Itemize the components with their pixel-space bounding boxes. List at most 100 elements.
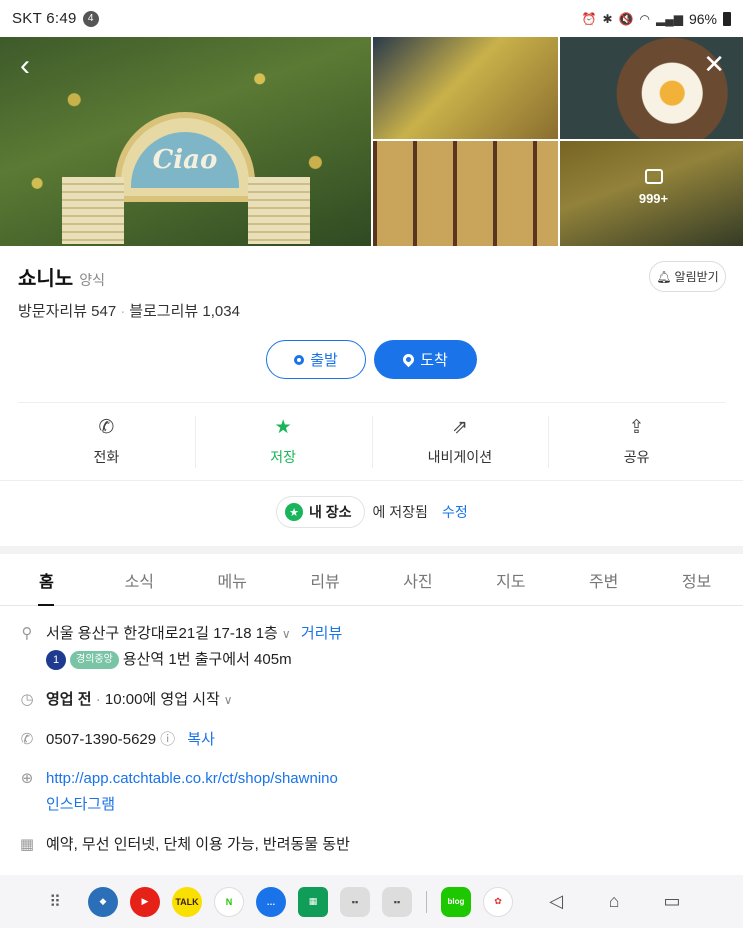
app-sheets-icon[interactable]: ▦ [298,886,328,917]
alarm-button[interactable]: 🔔︎ 알림받기 [649,261,726,292]
apps-grid-icon[interactable]: ⠿ [40,887,70,917]
status-icons: ⏰ ✱ 🔇 ◠ ▂▄▆ 96% [582,11,731,27]
separator-dot: · [120,303,126,320]
tab-info[interactable]: 정보 [650,554,743,605]
tab-menu[interactable]: 메뉴 [186,554,279,605]
photo-gallery: Ciao 999+ ‹ ✕ [0,37,743,246]
separator-dot: · [91,691,105,708]
gallery-photo-drinks[interactable] [373,37,558,139]
phone-row: ✆ 0507-1390-5629 ⓘ 복사 [18,727,725,753]
address-row: ⚲ 서울 용산구 한강대로21길 17-18 1층 ∨ 거리뷰 1 경의중앙 용산역 … [18,621,725,673]
carrier-time: SKT 6:49 [12,10,77,27]
more-photos-count: 999+ [638,191,669,206]
start-label: 출발 [310,352,338,369]
review-counts: 방문자리뷰 547 · 블로그리뷰 1,034 [18,300,240,321]
start-button[interactable]: 출발 [266,340,366,379]
app-naver-blog-icon[interactable]: blog [441,886,471,917]
call-button[interactable]: ✆ 전화 [18,404,195,480]
recents-nav-icon[interactable]: ▭ [657,887,687,917]
address-block: 서울 용산구 한강대로21길 17-18 1층 ∨ 거리뷰 1 경의중앙 용산역 1번… [46,621,342,673]
gallery-photo-main[interactable]: Ciao [0,37,371,246]
divider [18,402,725,403]
app-naver-map-icon[interactable]: N [214,886,244,917]
globe-icon: ⊕ [20,770,34,787]
subway-directions: 용산역 1번 출구에서 405m [122,651,292,668]
ciao-sign-image: Ciao [115,112,255,202]
tab-home[interactable]: 홈 [0,554,93,606]
tab-photos[interactable]: 사진 [372,554,465,605]
home-nav-icon[interactable]: ⌂ [599,887,629,917]
amenities-row: ▦ 예약, 무선 인터넷, 단체 이용 가능, 반려동물 동반 [18,832,725,858]
hours-status: 영업 전 [46,691,92,708]
save-label: 저장 [270,449,296,465]
saved-status: ★ 내 장소 에 저장됨 수정 [276,496,468,528]
instagram-link[interactable]: 인스타그램 [46,792,338,818]
gallery-photo-more[interactable]: 999+ [560,141,743,246]
app-folder-icon[interactable]: ▪▪ [382,886,412,917]
subway-line-number: 1 [46,650,66,671]
battery-percent: 96% [688,10,717,27]
mute-icon: 🔇 [618,11,634,26]
share-label: 공유 [623,449,650,465]
action-bar: ✆ 전화 ★ 저장 ⇗ 내비게이션 ⇪ 공유 [18,404,725,480]
phone-icon: ✆ [20,731,34,748]
bell-icon: 🔔︎ [656,269,672,284]
clock-icon: ◷ [20,691,34,708]
pin-icon [400,351,417,368]
website-row: ⊕ http://app.catchtable.co.kr/ct/shop/sh… [18,766,725,818]
back-icon[interactable]: ‹ [20,51,30,81]
alarm-label: 알림받기 [674,270,719,284]
address-text[interactable]: 서울 용산구 한강대로21길 17-18 1층 [46,625,278,642]
app-recent-icon[interactable]: ✿ [483,886,513,917]
notification-count-badge: 4 [82,10,99,27]
tab-nearby[interactable]: 주변 [557,554,650,605]
copy-link[interactable]: 복사 [187,731,215,748]
location-pin-icon: ⚲ [21,625,33,642]
app-bluesky-icon[interactable]: ◆ [88,886,118,917]
gallery-photo-shelf[interactable] [373,141,558,246]
app-messages-icon[interactable]: … [256,886,286,917]
subway-line-badge: 경의중앙 [70,651,119,670]
saved-folder-chip[interactable]: ★ 내 장소 [276,496,365,528]
start-icon [294,354,305,365]
saved-folder-name: 내 장소 [309,504,352,520]
app-kakaotalk-icon[interactable]: TALK [172,886,202,917]
hours-row[interactable]: ◷ 영업 전 · 10:00에 영업 시작 ∨ [18,687,725,713]
hours-detail: 10:00에 영업 시작 [104,691,220,708]
tab-news[interactable]: 소식 [93,554,186,605]
share-button[interactable]: ⇪ 공유 [548,404,725,480]
tab-reviews[interactable]: 리뷰 [279,554,372,605]
bluetooth-icon: ✱ [602,11,613,26]
saved-text: 에 저장됨 [372,504,428,520]
alarm-icon: ⏰ [581,11,597,26]
app-folder-icon[interactable]: ▪▪ [340,886,370,917]
chevron-down-icon[interactable]: ∨ [282,627,291,641]
call-label: 전화 [93,449,120,465]
navigation-label: 내비게이션 [427,449,493,465]
navigation-button[interactable]: ⇗ 내비게이션 [371,404,549,480]
arrive-button[interactable]: 도착 [374,340,477,379]
close-icon[interactable]: ✕ [703,51,725,77]
gallery-icon [644,169,663,184]
phone-number[interactable]: 0507-1390-5629 [46,731,156,748]
edit-saved-link[interactable]: 수정 [442,502,468,522]
save-button[interactable]: ★ 저장 [194,404,372,480]
back-nav-icon[interactable]: ◁ [541,887,571,917]
phone-icon: ✆ [98,417,115,438]
store-icon: ▦ [19,836,35,853]
amenities-text: 예약, 무선 인터넷, 단체 이용 가능, 반려동물 동반 [46,836,350,853]
ciao-sign-text: Ciao [131,132,239,188]
visitor-reviews-link[interactable]: 방문자리뷰 547 [18,303,116,320]
section-gap [0,546,743,554]
tab-map[interactable]: 지도 [464,554,557,605]
tab-bar: 홈 소식 메뉴 리뷰 사진 지도 주변 정보 [0,554,743,606]
info-circle-icon[interactable]: ⓘ [160,731,175,748]
website-link[interactable]: http://app.catchtable.co.kr/ct/shop/shaw… [46,766,338,792]
signal-icon: ▂▄▆ [656,11,683,26]
street-view-link[interactable]: 거리뷰 [301,625,342,642]
app-youtube-icon[interactable]: ▶ [130,886,160,917]
wifi-icon: ◠ [639,11,650,26]
place-name: 쇼니노 [18,268,74,290]
blog-reviews-link[interactable]: 블로그리뷰 1,034 [129,303,240,320]
chevron-down-icon[interactable]: ∨ [224,693,233,707]
